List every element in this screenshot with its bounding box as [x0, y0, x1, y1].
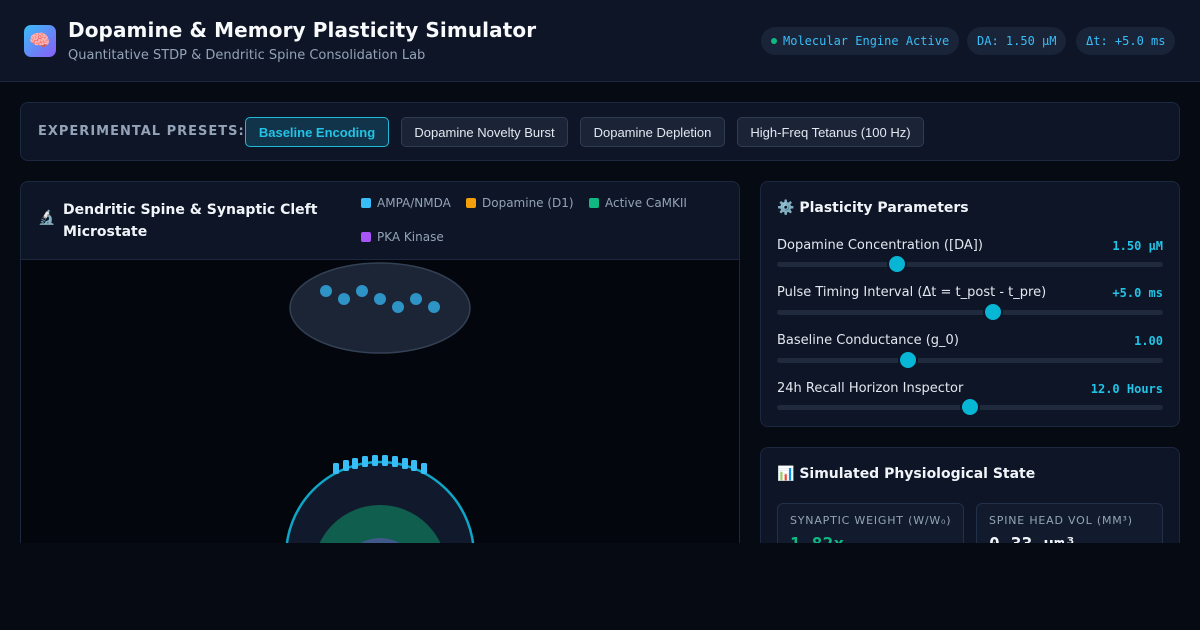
app-header: 🧠 Dopamine & Memory Plasticity Simulator… — [0, 0, 1200, 82]
synaptic-vesicle — [428, 301, 440, 313]
legend-label: AMPA/NMDA — [377, 196, 451, 210]
legend-label: PKA Kinase — [377, 230, 444, 244]
slider-thumb[interactable] — [900, 352, 917, 368]
legend-swatch — [361, 198, 371, 208]
presynaptic-terminal — [289, 262, 471, 354]
legend-swatch — [361, 232, 371, 242]
synaptic-weight-label: SYNAPTIC WEIGHT (W/W₀) — [790, 514, 952, 527]
ampa-receptor — [372, 455, 378, 466]
legend-label: Dopamine (D1) — [482, 196, 574, 210]
gear-icon: ⚙️ — [777, 200, 795, 216]
page-background — [0, 543, 1200, 630]
engine-status-pill: Molecular Engine Active — [761, 27, 960, 55]
microscope-icon: 🔬 — [38, 210, 56, 226]
dopamine-readout-pill: DA: 1.50 µM — [967, 27, 1067, 55]
state-title: 📊 Simulated Physiological State — [777, 466, 1035, 482]
plasticity-parameters-panel: ⚙️ Plasticity Parameters Dopamine Concen… — [760, 181, 1180, 427]
pulse-timing-label: Pulse Timing Interval (Δt = t_post - t_p… — [777, 285, 1047, 300]
preset-dopamine-novelty-burst-button[interactable]: Dopamine Novelty Burst — [401, 117, 568, 147]
legend-dopamine-d1: Dopamine (D1) — [466, 196, 574, 210]
dopamine-readout-text: DA: 1.50 µM — [977, 34, 1057, 48]
dopamine-concentration-slider[interactable] — [777, 256, 1163, 272]
parameters-title: ⚙️ Plasticity Parameters — [777, 200, 969, 216]
spine-microstate-canvas — [21, 260, 739, 560]
recall-horizon-value: 12.0 Hours — [1090, 382, 1163, 396]
ampa-receptor — [362, 456, 368, 467]
pulse-timing-value: +5.0 ms — [1112, 286, 1163, 300]
parameters-title-text: Plasticity Parameters — [799, 200, 969, 216]
slider-thumb[interactable] — [962, 399, 978, 415]
visualization-title: Dendritic Spine & Synaptic Cleft Microst… — [63, 202, 318, 240]
synaptic-vesicle — [356, 285, 368, 297]
ampa-receptor — [392, 456, 398, 467]
recall-horizon-slider[interactable] — [777, 399, 1163, 415]
legend-swatch — [466, 198, 476, 208]
preset-baseline-encoding-button[interactable]: Baseline Encoding — [245, 117, 389, 147]
synaptic-vesicle — [338, 293, 350, 305]
state-title-text: Simulated Physiological State — [799, 466, 1036, 482]
app-subtitle: Quantitative STDP & Dendritic Spine Cons… — [68, 48, 426, 63]
legend-pka-kinase: PKA Kinase — [361, 230, 444, 244]
brain-icon: 🧠 — [24, 25, 56, 57]
synaptic-vesicle — [374, 293, 386, 305]
presets-label: EXPERIMENTAL PRESETS: — [38, 124, 245, 139]
baseline-conductance-value: 1.00 — [1134, 334, 1163, 348]
synaptic-vesicle — [392, 301, 404, 313]
ampa-receptor — [352, 458, 358, 469]
slider-thumb[interactable] — [888, 256, 905, 272]
preset-dopamine-depletion-button[interactable]: Dopamine Depletion — [580, 117, 725, 147]
ampa-receptor — [402, 458, 408, 469]
visualization-header: 🔬 Dendritic Spine & Synaptic Cleft Micro… — [21, 182, 739, 260]
legend-ampa-nmda: AMPA/NMDA — [361, 196, 451, 210]
experimental-presets-bar: EXPERIMENTAL PRESETS: Baseline Encoding … — [20, 102, 1180, 161]
synaptic-vesicle — [320, 285, 332, 297]
baseline-conductance-label: Baseline Conductance (g_0) — [777, 333, 959, 348]
ampa-receptor — [411, 460, 417, 471]
app-title: Dopamine & Memory Plasticity Simulator — [68, 18, 537, 42]
ampa-receptor — [343, 460, 349, 471]
engine-status-text: Molecular Engine Active — [783, 34, 950, 48]
slider-thumb[interactable] — [985, 304, 1002, 320]
legend-active-camkii: Active CaMKII — [589, 196, 687, 210]
spine-visualization-panel: 🔬 Dendritic Spine & Synaptic Cleft Micro… — [20, 181, 740, 561]
synaptic-vesicle — [410, 293, 422, 305]
spine-microstate-svg — [284, 262, 476, 560]
timing-readout-text: Δt: +5.0 ms — [1086, 34, 1166, 48]
legend-swatch — [589, 198, 599, 208]
timing-readout-pill: Δt: +5.0 ms — [1076, 27, 1176, 55]
preset-high-freq-tetanus-button[interactable]: High-Freq Tetanus (100 Hz) — [737, 117, 924, 147]
ampa-receptor — [421, 463, 427, 474]
recall-horizon-label: 24h Recall Horizon Inspector — [777, 381, 964, 396]
ampa-receptor — [333, 463, 339, 474]
dopamine-concentration-value: 1.50 µM — [1112, 239, 1163, 253]
dopamine-concentration-label: Dopamine Concentration ([DA]) — [777, 238, 983, 253]
baseline-conductance-slider[interactable] — [777, 352, 1163, 368]
status-dot-icon — [771, 38, 777, 44]
bar-chart-icon: 📊 — [777, 466, 795, 482]
ampa-receptor — [382, 455, 388, 466]
legend-label: Active CaMKII — [605, 196, 687, 210]
pulse-timing-slider[interactable] — [777, 304, 1163, 320]
spine-head-volume-label: SPINE HEAD VOL (MM³) — [989, 514, 1133, 527]
